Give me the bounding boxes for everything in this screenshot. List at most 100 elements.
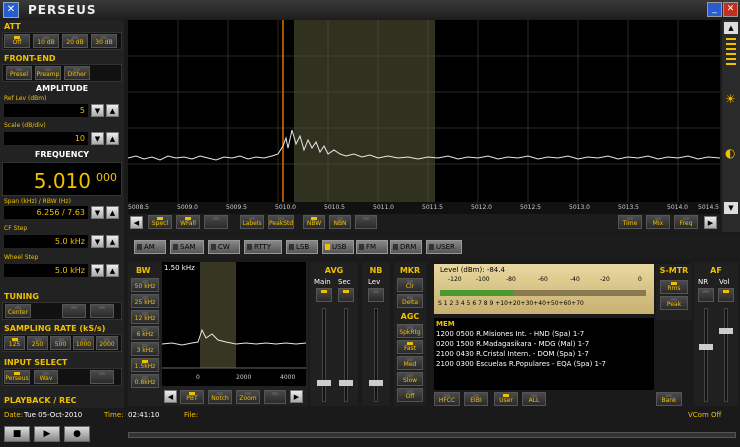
mode-rtty-button[interactable]: RTTY bbox=[244, 240, 282, 254]
agc-off-button[interactable]: Off bbox=[397, 388, 423, 402]
mode-usb-button[interactable]: USB bbox=[322, 240, 354, 254]
preamp-button[interactable]: Preamp bbox=[35, 66, 61, 80]
hfcc-button[interactable]: HFCC bbox=[434, 392, 460, 406]
mode-sam-button[interactable]: SAM bbox=[170, 240, 204, 254]
bw-6khz-button[interactable]: 6 kHz bbox=[131, 326, 159, 340]
nr-button[interactable] bbox=[698, 288, 714, 302]
att-10db-button[interactable]: 10 dB bbox=[33, 34, 59, 48]
record-icon[interactable]: ● bbox=[64, 426, 90, 442]
all-button[interactable]: ALL bbox=[522, 392, 546, 406]
spectrum-button[interactable]: Specl bbox=[148, 215, 172, 229]
span-down-arrow-icon[interactable]: ▼ bbox=[91, 206, 104, 219]
close-button[interactable]: ✕ bbox=[723, 2, 738, 17]
frequency-display[interactable]: 5.010 000 bbox=[2, 162, 122, 196]
bw-left-arrow-icon[interactable]: ◀ bbox=[164, 390, 177, 403]
bw-12khz-button[interactable]: 12 kHz bbox=[131, 310, 159, 324]
play-icon[interactable]: ▶ bbox=[34, 426, 60, 442]
nbw-button[interactable]: NBW bbox=[303, 215, 325, 229]
center-button[interactable]: Center bbox=[5, 304, 31, 318]
right-scrollbar[interactable]: ▲ ☀ ◐ ▼ bbox=[722, 20, 740, 232]
labels-button[interactable]: Labels bbox=[240, 215, 264, 229]
avg-sec-knob[interactable] bbox=[339, 380, 353, 386]
playback-progress[interactable] bbox=[128, 432, 736, 438]
scroll-down-arrow-icon[interactable]: ▼ bbox=[724, 202, 738, 214]
bank-button[interactable]: Bank bbox=[656, 392, 682, 406]
att-20db-button[interactable]: 20 dB bbox=[62, 34, 88, 48]
bw-right-arrow-icon[interactable]: ▶ bbox=[290, 390, 303, 403]
notch-button[interactable]: Notch bbox=[208, 390, 232, 404]
waterfall-button[interactable]: WFall bbox=[176, 215, 200, 229]
mode-lsb-button[interactable]: LSB bbox=[286, 240, 318, 254]
list-item[interactable]: 2100 0430 R.Cristal Intern. - DOM (Spa) … bbox=[436, 350, 589, 358]
presel-button[interactable]: Presel bbox=[6, 66, 32, 80]
stop-icon[interactable]: ■ bbox=[4, 426, 30, 442]
bw-1-5khz-button[interactable]: 1.5kHz bbox=[131, 358, 159, 372]
minimize-button[interactable]: _ bbox=[707, 2, 722, 17]
peakstd-button[interactable]: PeakStd bbox=[268, 215, 294, 229]
scroll-left-arrow-icon[interactable]: ◀ bbox=[130, 216, 143, 229]
ref-level-field[interactable]: 5 bbox=[4, 104, 88, 117]
freq-button[interactable]: Freq bbox=[674, 215, 698, 229]
vol-knob[interactable] bbox=[719, 328, 733, 334]
rate-1000-button[interactable]: 1000 bbox=[73, 336, 94, 350]
rate-250-button[interactable]: 250 bbox=[27, 336, 48, 350]
rate-125-button[interactable]: 125 bbox=[4, 336, 25, 350]
rms-button[interactable]: Rms bbox=[660, 280, 688, 294]
mkr-clr-button[interactable]: Clr bbox=[397, 278, 423, 292]
rate-2000-button[interactable]: 2000 bbox=[96, 336, 118, 350]
wav-input-button[interactable]: Wav bbox=[34, 370, 58, 384]
mode-cw-button[interactable]: CW bbox=[208, 240, 240, 254]
tuning-button-2[interactable] bbox=[62, 304, 86, 318]
ref-up-arrow-icon[interactable]: ▲ bbox=[106, 104, 119, 117]
eibi-button[interactable]: EIBI bbox=[464, 392, 488, 406]
mode-am-button[interactable]: AM bbox=[134, 240, 166, 254]
wheel-down-arrow-icon[interactable]: ▼ bbox=[91, 264, 104, 277]
peak-button[interactable]: Peak bbox=[660, 296, 688, 310]
wheelstep-field[interactable]: 5.0 kHz bbox=[4, 264, 88, 277]
tuning-button-3[interactable] bbox=[90, 304, 114, 318]
bw-bottom-button-4[interactable] bbox=[264, 390, 286, 404]
mode-fm-button[interactable]: FM bbox=[356, 240, 388, 254]
agc-fast-button[interactable]: Fast bbox=[397, 340, 423, 354]
bw-50khz-button[interactable]: 50 kHz bbox=[131, 278, 159, 292]
perseus-input-button[interactable]: Perseus bbox=[4, 370, 30, 384]
scale-up-arrow-icon[interactable]: ▲ bbox=[106, 132, 119, 145]
nbn-button[interactable]: NBN bbox=[329, 215, 351, 229]
time-button[interactable]: Time bbox=[618, 215, 642, 229]
bw-25khz-button[interactable]: 25 kHz bbox=[131, 294, 159, 308]
cfstep-down-arrow-icon[interactable]: ▼ bbox=[91, 235, 104, 248]
avg-main-knob[interactable] bbox=[317, 380, 331, 386]
bw-0-8khz-button[interactable]: 0.8kHz bbox=[131, 374, 159, 388]
nb-slider[interactable] bbox=[374, 308, 378, 402]
agc-spkrtg-button[interactable]: SpkRtg bbox=[397, 324, 423, 338]
nb-knob[interactable] bbox=[369, 380, 383, 386]
mkr-delta-button[interactable]: Delta bbox=[397, 294, 423, 308]
nr-slider[interactable] bbox=[704, 308, 708, 402]
pbt-button[interactable]: PBT bbox=[180, 390, 204, 404]
brightness-icon[interactable]: ☀ bbox=[725, 92, 736, 106]
nr-knob[interactable] bbox=[699, 344, 713, 350]
agc-med-button[interactable]: Med bbox=[397, 356, 423, 370]
spectrum-toolbar-button-3[interactable] bbox=[204, 215, 228, 229]
dither-button[interactable]: Dither bbox=[64, 66, 90, 80]
att-off-button[interactable]: Off bbox=[4, 34, 30, 48]
rate-500-button[interactable]: 500 bbox=[50, 336, 71, 350]
scroll-grip-icon[interactable] bbox=[726, 38, 736, 68]
scroll-up-arrow-icon[interactable]: ▲ bbox=[724, 22, 738, 34]
mode-drm-button[interactable]: DRM bbox=[390, 240, 422, 254]
scroll-right-arrow-icon[interactable]: ▶ bbox=[704, 216, 717, 229]
spectrum-display[interactable] bbox=[128, 20, 720, 202]
nb-button[interactable] bbox=[368, 288, 384, 302]
input-button-3[interactable] bbox=[90, 370, 114, 384]
vol-button[interactable] bbox=[718, 288, 734, 302]
bw-3khz-button[interactable]: 3 kHz bbox=[131, 342, 159, 356]
att-30db-button[interactable]: 30 dB bbox=[91, 34, 117, 48]
scale-field[interactable]: 10 bbox=[4, 132, 88, 145]
cfstep-up-arrow-icon[interactable]: ▲ bbox=[106, 235, 119, 248]
zoom-button[interactable]: Zoom bbox=[236, 390, 260, 404]
spectrum-toolbar-button-8[interactable] bbox=[355, 215, 377, 229]
contrast-icon[interactable]: ◐ bbox=[725, 146, 735, 160]
list-item[interactable]: 0200 1500 R.Madagasikara - MDG (Mal) 1-7 bbox=[436, 340, 589, 348]
x-logo-icon[interactable]: ✕ bbox=[3, 2, 19, 18]
avg-main-slider[interactable] bbox=[322, 308, 326, 402]
